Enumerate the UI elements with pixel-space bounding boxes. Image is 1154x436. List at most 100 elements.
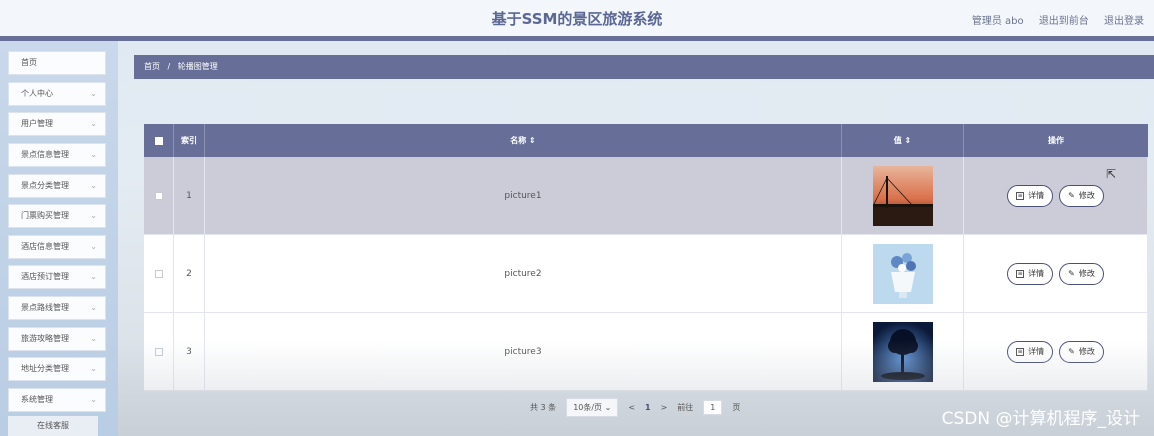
chevron-down-icon: ⌄ [90,364,97,373]
edit-button[interactable]: ✎ 修改 [1059,184,1104,207]
header-user-area: 管理员 abo 退出到前台 退出登录 [960,12,1144,27]
sidebar-item-label: 门票购买管理 [21,211,69,220]
page-suffix: 页 [732,403,741,412]
row-checkbox-cell [144,157,174,234]
goto-label: 前往 [677,403,694,412]
pencil-icon: ✎ [1068,191,1075,200]
breadcrumb-home[interactable]: 首页 [144,62,160,71]
sidebar-item-label: 个人中心 [21,89,53,98]
header-index: 索引 [174,124,205,157]
sidebar-item-label: 景点信息管理 [21,150,69,159]
sidebar-item-user-management[interactable]: 用户管理 ⌄ [8,112,106,136]
row-name: picture3 [205,313,842,390]
detail-label: 详情 [1028,269,1045,278]
row-checkbox[interactable] [154,191,163,200]
online-service-button[interactable]: 在线客服 [8,416,98,436]
row-actions: ≡ 详情 ✎ 修改 [964,157,1148,234]
sidebar-item-system-management[interactable]: 系统管理 ⌄ [8,388,106,412]
chevron-down-icon: ⌄ [90,150,97,159]
chevron-down-icon: ⌄ [90,242,97,251]
select-all-cell [144,124,174,157]
back-to-frontend-link[interactable]: 退出到前台 [1039,16,1089,27]
row-actions: ≡ 详情 ✎ 修改 [964,235,1148,312]
document-icon: ≡ [1016,269,1025,278]
page-size-select[interactable]: 10条/页 ⌄ [566,398,619,417]
document-icon: ≡ [1016,347,1025,356]
sidebar-item-ticket-purchase[interactable]: 门票购买管理 ⌄ [8,204,106,228]
row-index: 1 [174,157,205,234]
row-value [842,313,964,390]
row-checkbox-cell [144,313,174,390]
breadcrumb-current: 轮播图管理 [177,62,218,71]
row-checkbox[interactable] [154,269,163,278]
next-page-button[interactable]: > [661,403,668,412]
chevron-down-icon: ⌄ [90,395,97,404]
sidebar-item-scenic-category[interactable]: 景点分类管理 ⌄ [8,174,106,198]
flower-vase-thumbnail [872,243,933,304]
current-page-number[interactable]: 1 [645,403,651,412]
bridge-sunset-thumbnail [872,165,933,226]
sidebar-item-label: 用户管理 [21,119,53,128]
logout-link[interactable]: 退出登录 [1104,16,1144,27]
chevron-down-icon: ⌄ [90,181,97,190]
table-row[interactable]: 2 picture2 ≡ 详情 ✎ 修改 [144,235,1148,313]
pagination-total: 共 3 条 [530,403,557,412]
edit-button[interactable]: ✎ 修改 [1059,340,1104,363]
table-row[interactable]: 1 picture1 ≡ 详情 ✎ 修改 [144,157,1148,235]
sidebar-item-label: 酒店信息管理 [21,242,69,251]
pagination: 共 3 条 10条/页 ⌄ < 1 > 前往 1 页 [530,398,750,417]
table-header: 索引 名称 ⇕ 值 ⇕ 操作 [144,124,1148,157]
header-value[interactable]: 值 ⇕ [842,124,964,157]
page-size-value: 10条/页 [573,403,603,412]
detail-button[interactable]: ≡ 详情 [1007,340,1054,363]
row-index: 3 [174,313,205,390]
sidebar-item-home[interactable]: 首页 [8,51,106,75]
edit-button[interactable]: ✎ 修改 [1059,262,1104,285]
sidebar-item-label: 旅游攻略管理 [21,334,69,343]
edit-label: 修改 [1078,347,1095,356]
detail-button[interactable]: ≡ 详情 [1007,184,1054,207]
sidebar-item-scenic-route[interactable]: 景点路线管理 ⌄ [8,296,106,320]
detail-button[interactable]: ≡ 详情 [1007,262,1054,285]
row-value [842,157,964,234]
detail-label: 详情 [1028,191,1045,200]
row-value [842,235,964,312]
sidebar-item-hotel-info[interactable]: 酒店信息管理 ⌄ [8,235,106,259]
sidebar: 首页 个人中心 ⌄ 用户管理 ⌄ 景点信息管理 ⌄ 景点分类管理 ⌄ 门票购买管理 ⌄ 酒… [0,41,118,436]
sidebar-item-hotel-booking[interactable]: 酒店预订管理 ⌄ [8,265,106,289]
sidebar-item-travel-guide[interactable]: 旅游攻略管理 ⌄ [8,327,106,351]
edit-label: 修改 [1078,269,1095,278]
goto-page-input[interactable]: 1 [703,400,723,415]
row-name: picture2 [205,235,842,312]
document-icon: ≡ [1016,191,1025,200]
header-name[interactable]: 名称 ⇕ [205,124,842,157]
breadcrumb: 首页 / 轮播图管理 [134,55,1154,79]
sidebar-item-label: 系统管理 [21,395,53,404]
table-row[interactable]: 3 picture3 ≡ 详情 ✎ 修改 [144,313,1148,391]
row-checkbox-cell [144,235,174,312]
select-all-checkbox[interactable] [154,136,163,145]
pencil-icon: ✎ [1068,347,1075,356]
chevron-down-icon: ⌄ [90,303,97,312]
top-header: 基于SSM的景区旅游系统 管理员 abo 退出到前台 退出登录 [0,0,1154,36]
sidebar-item-label: 景点路线管理 [21,303,69,312]
chevron-down-icon: ⌄ [90,119,97,128]
row-name: picture1 [205,157,842,234]
edit-label: 修改 [1078,191,1095,200]
header-divider [0,36,1154,41]
sidebar-item-label: 首页 [21,58,37,67]
chevron-down-icon: ⌄ [90,272,97,281]
sidebar-item-label: 景点分类管理 [21,181,69,190]
sidebar-item-address-category[interactable]: 地址分类管理 ⌄ [8,357,106,381]
sidebar-item-label: 酒店预订管理 [21,272,69,281]
watermark: CSDN @计算机程序_设计 [941,409,1140,429]
tree-night-thumbnail [872,321,933,382]
sidebar-item-scenic-info[interactable]: 景点信息管理 ⌄ [8,143,106,167]
row-checkbox[interactable] [154,347,163,356]
sidebar-item-personal-center[interactable]: 个人中心 ⌄ [8,82,106,106]
sidebar-item-label: 地址分类管理 [21,364,69,373]
mouse-cursor-icon: ⇱ [1106,167,1117,181]
header-actions: 操作 [1048,136,1064,145]
prev-page-button[interactable]: < [628,403,635,412]
detail-label: 详情 [1028,347,1045,356]
